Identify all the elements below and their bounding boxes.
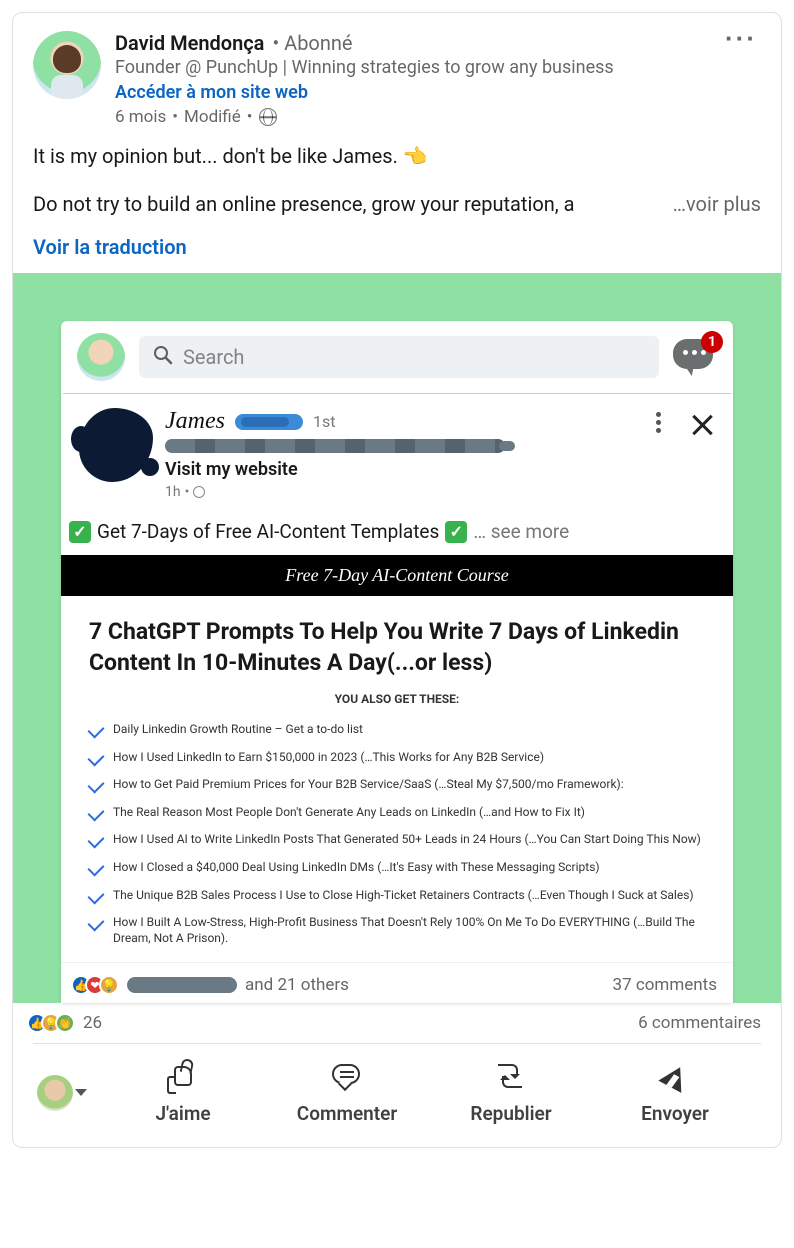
post-line-1: It is my opinion but... don't be like Ja…	[33, 141, 761, 171]
clap-reaction-icon: 👏	[55, 1013, 75, 1033]
actions-bar: J'aime Commenter Republier Envoyer	[13, 1044, 781, 1147]
post-card: David Mendonça • Abonné Founder @ PunchU…	[12, 12, 782, 1148]
author-avatar[interactable]	[33, 31, 101, 99]
course-banner: Free 7-Day AI-Content Course	[61, 555, 733, 596]
identity-switcher[interactable]	[37, 1075, 87, 1111]
repost-icon	[494, 1060, 528, 1094]
embedded-post-time: 1h•	[165, 484, 644, 500]
embedded-website-link: Visit my website	[165, 459, 644, 480]
author-name[interactable]: David Mendonça	[115, 31, 264, 55]
see-more-link[interactable]: …voir plus	[667, 189, 761, 219]
embedded-see-more: … see more	[473, 520, 569, 543]
embedded-comments-count: 37 comments	[613, 975, 717, 995]
bullet-list: Daily Linkedin Growth Routine – Get a to…	[89, 716, 705, 952]
check-icon	[88, 749, 105, 766]
others-count: and 21 others	[245, 975, 349, 995]
translate-link[interactable]: Voir la traduction	[13, 229, 781, 273]
notification-badge: 1	[701, 331, 723, 353]
relation-label: • Abonné	[272, 31, 352, 55]
comment-button[interactable]: Commenter	[265, 1060, 429, 1125]
check-icon	[88, 887, 105, 904]
comment-icon	[330, 1060, 364, 1094]
list-item: How I Used LinkedIn to Earn $150,000 in …	[89, 744, 705, 772]
check-icon	[88, 804, 105, 821]
self-avatar	[37, 1075, 73, 1111]
check-icon	[88, 915, 105, 932]
search-icon	[153, 345, 173, 370]
kebab-icon	[656, 412, 661, 433]
check-icon	[88, 832, 105, 849]
globe-icon	[193, 486, 205, 498]
embedded-search-bar: Search	[139, 336, 659, 378]
content-title: 7 ChatGPT Prompts To Help You Write 7 Da…	[89, 616, 705, 678]
send-button[interactable]: Envoyer	[593, 1060, 757, 1125]
repost-button[interactable]: Republier	[429, 1060, 593, 1125]
like-button[interactable]: J'aime	[101, 1060, 265, 1125]
post-line-2: Do not try to build an online presence, …	[33, 189, 667, 219]
embedded-content: 7 ChatGPT Prompts To Help You Write 7 Da…	[61, 596, 733, 962]
check-icon	[88, 860, 105, 877]
reaction-icons[interactable]: 👍 💡 👏	[33, 1013, 75, 1033]
globe-icon	[259, 108, 277, 126]
post-age: 6 mois	[115, 107, 166, 127]
embedded-post-text: ✓ Get 7-Days of Free AI-Content Template…	[61, 506, 733, 555]
reaction-icons: 👍 ❤ 💡	[77, 975, 119, 995]
check-icon	[88, 722, 105, 739]
messages-icon: 1	[673, 339, 717, 375]
overflow-menu-button[interactable]: ···	[721, 31, 761, 47]
redacted-headline	[165, 439, 505, 453]
idea-reaction-icon: 💡	[99, 975, 119, 995]
search-placeholder: Search	[183, 345, 244, 369]
connection-degree: 1st	[313, 412, 335, 431]
post-header: David Mendonça • Abonné Founder @ PunchU…	[13, 13, 781, 135]
embedded-self-avatar	[77, 333, 125, 381]
redacted-reactor-name	[127, 977, 237, 993]
list-item: How I Closed a $40,000 Deal Using Linked…	[89, 854, 705, 882]
website-link[interactable]: Accéder à mon site web	[115, 82, 308, 103]
embedded-topbar: Search 1	[61, 321, 733, 393]
embedded-screenshot: Search 1 James 1st Visit my webs	[61, 321, 733, 1003]
check-icon	[88, 777, 105, 794]
list-item: The Real Reason Most People Don't Genera…	[89, 799, 705, 827]
post-meta: 6 mois • Modifié •	[115, 107, 721, 127]
embedded-post-header: James 1st Visit my website 1h•	[61, 394, 733, 506]
social-counts-row: 👍 💡 👏 26 6 commentaires	[13, 1003, 781, 1039]
also-get-label: YOU ALSO GET THESE:	[89, 692, 705, 706]
list-item: How to Get Paid Premium Prices for Your …	[89, 771, 705, 799]
list-item: Daily Linkedin Growth Routine – Get a to…	[89, 716, 705, 744]
list-item: How I Used AI to Write LinkedIn Posts Th…	[89, 826, 705, 854]
edited-label: Modifié	[184, 107, 241, 127]
close-icon	[689, 412, 715, 438]
send-icon	[658, 1060, 692, 1094]
post-body: It is my opinion but... don't be like Ja…	[13, 135, 781, 229]
list-item: How I Built A Low-Stress, High-Profit Bu…	[89, 909, 705, 952]
author-headline: Founder @ PunchUp | Winning strategies t…	[115, 57, 721, 78]
thumbs-up-icon	[166, 1060, 200, 1094]
post-image[interactable]: Search 1 James 1st Visit my webs	[13, 273, 781, 1003]
check-icon: ✓	[69, 521, 91, 543]
redacted-surname	[235, 414, 303, 430]
embedded-social-row: 👍 ❤ 💡 and 21 others 37 comments	[61, 962, 733, 1003]
embedded-author-name: James	[165, 408, 225, 435]
redacted-avatar	[79, 408, 153, 482]
reaction-count[interactable]: 26	[83, 1013, 102, 1033]
list-item: The Unique B2B Sales Process I Use to Cl…	[89, 882, 705, 910]
comments-count[interactable]: 6 commentaires	[638, 1013, 761, 1033]
check-icon: ✓	[445, 521, 467, 543]
author-info: David Mendonça • Abonné Founder @ PunchU…	[115, 31, 721, 127]
chevron-down-icon	[75, 1089, 87, 1096]
